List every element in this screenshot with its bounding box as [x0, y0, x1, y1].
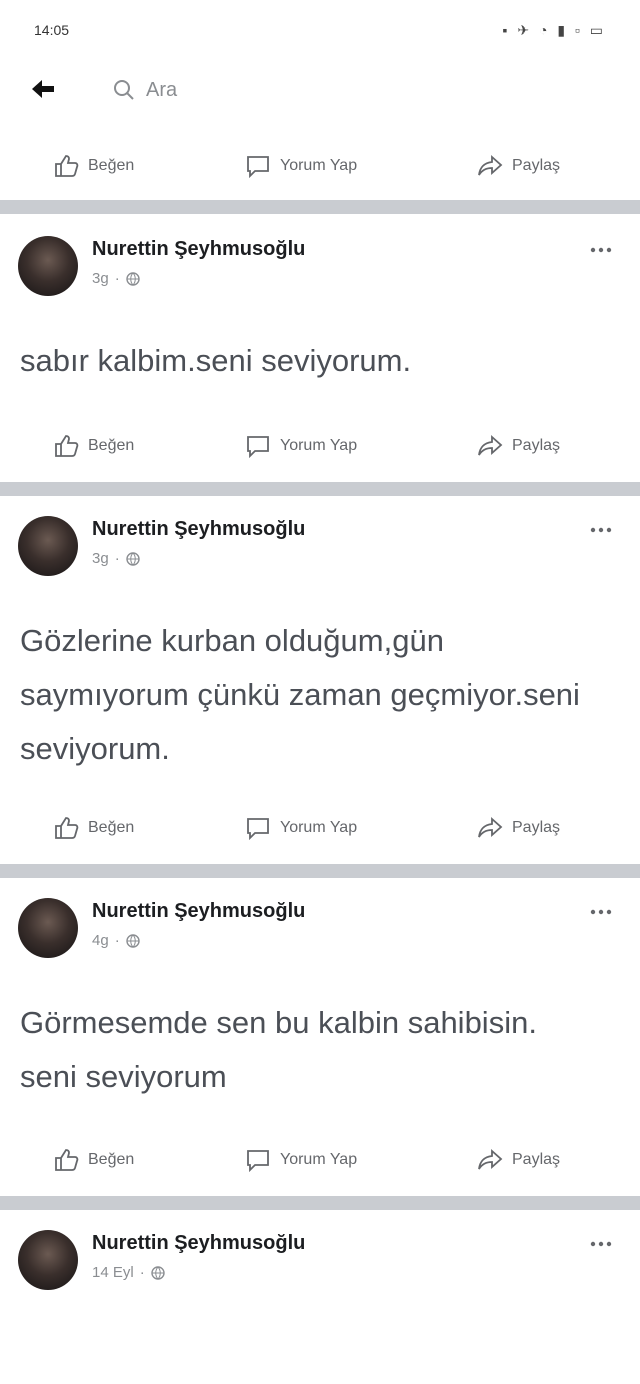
comment-button[interactable]: Yorum Yap [244, 1130, 357, 1190]
like-button[interactable]: Beğen [52, 416, 134, 476]
like-label: Beğen [88, 1151, 135, 1168]
post-divider [0, 482, 640, 496]
post-time[interactable]: 14 Eyl [92, 1264, 134, 1281]
avatar[interactable] [18, 898, 78, 958]
post-divider [0, 200, 640, 214]
post-time[interactable]: 3g [92, 550, 109, 567]
post-divider [0, 864, 640, 878]
author-name[interactable]: Nurettin Şeyhmusoğlu [92, 1232, 305, 1255]
comment-button[interactable]: Yorum Yap [244, 136, 357, 196]
share-button[interactable]: Paylaş [476, 798, 560, 858]
avatar[interactable] [18, 236, 78, 296]
share-icon [478, 816, 503, 838]
share-icon [478, 434, 503, 456]
post-text: Görmesemde sen bu kalbin sahibisin. seni… [20, 1005, 537, 1094]
more-icon[interactable] [586, 1234, 616, 1254]
author-name[interactable]: Nurettin Şeyhmusoğlu [92, 900, 305, 923]
more-icon[interactable] [586, 902, 616, 922]
share-label: Paylaş [512, 819, 561, 836]
share-button[interactable]: Paylaş [476, 1130, 560, 1190]
share-icon [478, 154, 503, 176]
comment-icon [247, 436, 269, 459]
like-icon [55, 817, 79, 839]
share-label: Paylaş [512, 437, 561, 454]
post-meta: 14 Eyl · [92, 1264, 165, 1281]
comment-label: Yorum Yap [280, 819, 358, 836]
like-icon [55, 1149, 79, 1171]
post-time[interactable]: 4g [92, 932, 109, 949]
like-label: Beğen [88, 157, 135, 174]
comment-button[interactable]: Yorum Yap [244, 416, 357, 476]
share-icon [478, 1148, 503, 1170]
status-icons: ▪ ✈ ◔ ▮ ▫ ▭ [502, 22, 606, 38]
comment-label: Yorum Yap [280, 157, 358, 174]
post-header: Nurettin Şeyhmusoğlu 3g · [0, 516, 640, 586]
more-icon[interactable] [586, 240, 616, 260]
like-label: Beğen [88, 437, 135, 454]
globe-icon [151, 1265, 165, 1280]
post-meta: 4g · [92, 932, 140, 949]
author-name[interactable]: Nurettin Şeyhmusoğlu [92, 238, 305, 261]
like-button[interactable]: Beğen [52, 136, 134, 196]
comment-label: Yorum Yap [280, 1151, 358, 1168]
globe-icon [125, 551, 140, 566]
back-arrow-icon[interactable] [26, 72, 60, 106]
post-meta: 3g · [92, 270, 140, 287]
like-icon [55, 435, 79, 457]
post-actions: Beğen Yorum Yap Paylaş [0, 798, 640, 858]
like-button[interactable]: Beğen [52, 1130, 134, 1190]
post-actions: Beğen Yorum Yap Paylaş [0, 136, 640, 196]
like-icon [55, 155, 79, 177]
share-label: Paylaş [512, 157, 561, 174]
post-time[interactable]: 3g [92, 270, 109, 287]
share-button[interactable]: Paylaş [476, 136, 560, 196]
comment-icon [247, 1150, 269, 1173]
share-button[interactable]: Paylaş [476, 416, 560, 476]
author-name[interactable]: Nurettin Şeyhmusoğlu [92, 518, 305, 541]
globe-icon [125, 271, 140, 286]
post-text: sabır kalbim.seni seviyorum. [20, 343, 412, 378]
avatar[interactable] [18, 1230, 78, 1290]
search-header [0, 62, 640, 118]
comment-icon [247, 818, 269, 841]
comment-button[interactable]: Yorum Yap [244, 798, 357, 858]
comment-icon [247, 156, 269, 179]
search-icon [112, 78, 136, 102]
like-label: Beğen [88, 819, 135, 836]
more-icon[interactable] [586, 520, 616, 540]
post-divider [0, 1196, 640, 1210]
post-actions: Beğen Yorum Yap Paylaş [0, 416, 640, 476]
globe-icon [125, 933, 140, 948]
post-text: Gözlerine kurban olduğum,gün saymıyorum … [20, 623, 580, 766]
post-header: Nurettin Şeyhmusoğlu 3g · [0, 236, 640, 306]
share-label: Paylaş [512, 1151, 561, 1168]
post-meta: 3g · [92, 550, 140, 567]
status-bar: 14:05 ▪ ✈ ◔ ▮ ▫ ▭ [0, 0, 640, 60]
like-button[interactable]: Beğen [52, 798, 134, 858]
search-input[interactable] [146, 74, 586, 106]
avatar[interactable] [18, 516, 78, 576]
post-header: Nurettin Şeyhmusoğlu 4g · [0, 898, 640, 968]
post-actions: Beğen Yorum Yap Paylaş [0, 1130, 640, 1190]
status-time: 14:05 [34, 22, 70, 38]
comment-label: Yorum Yap [280, 437, 358, 454]
post-header: Nurettin Şeyhmusoğlu 14 Eyl · [0, 1230, 640, 1300]
